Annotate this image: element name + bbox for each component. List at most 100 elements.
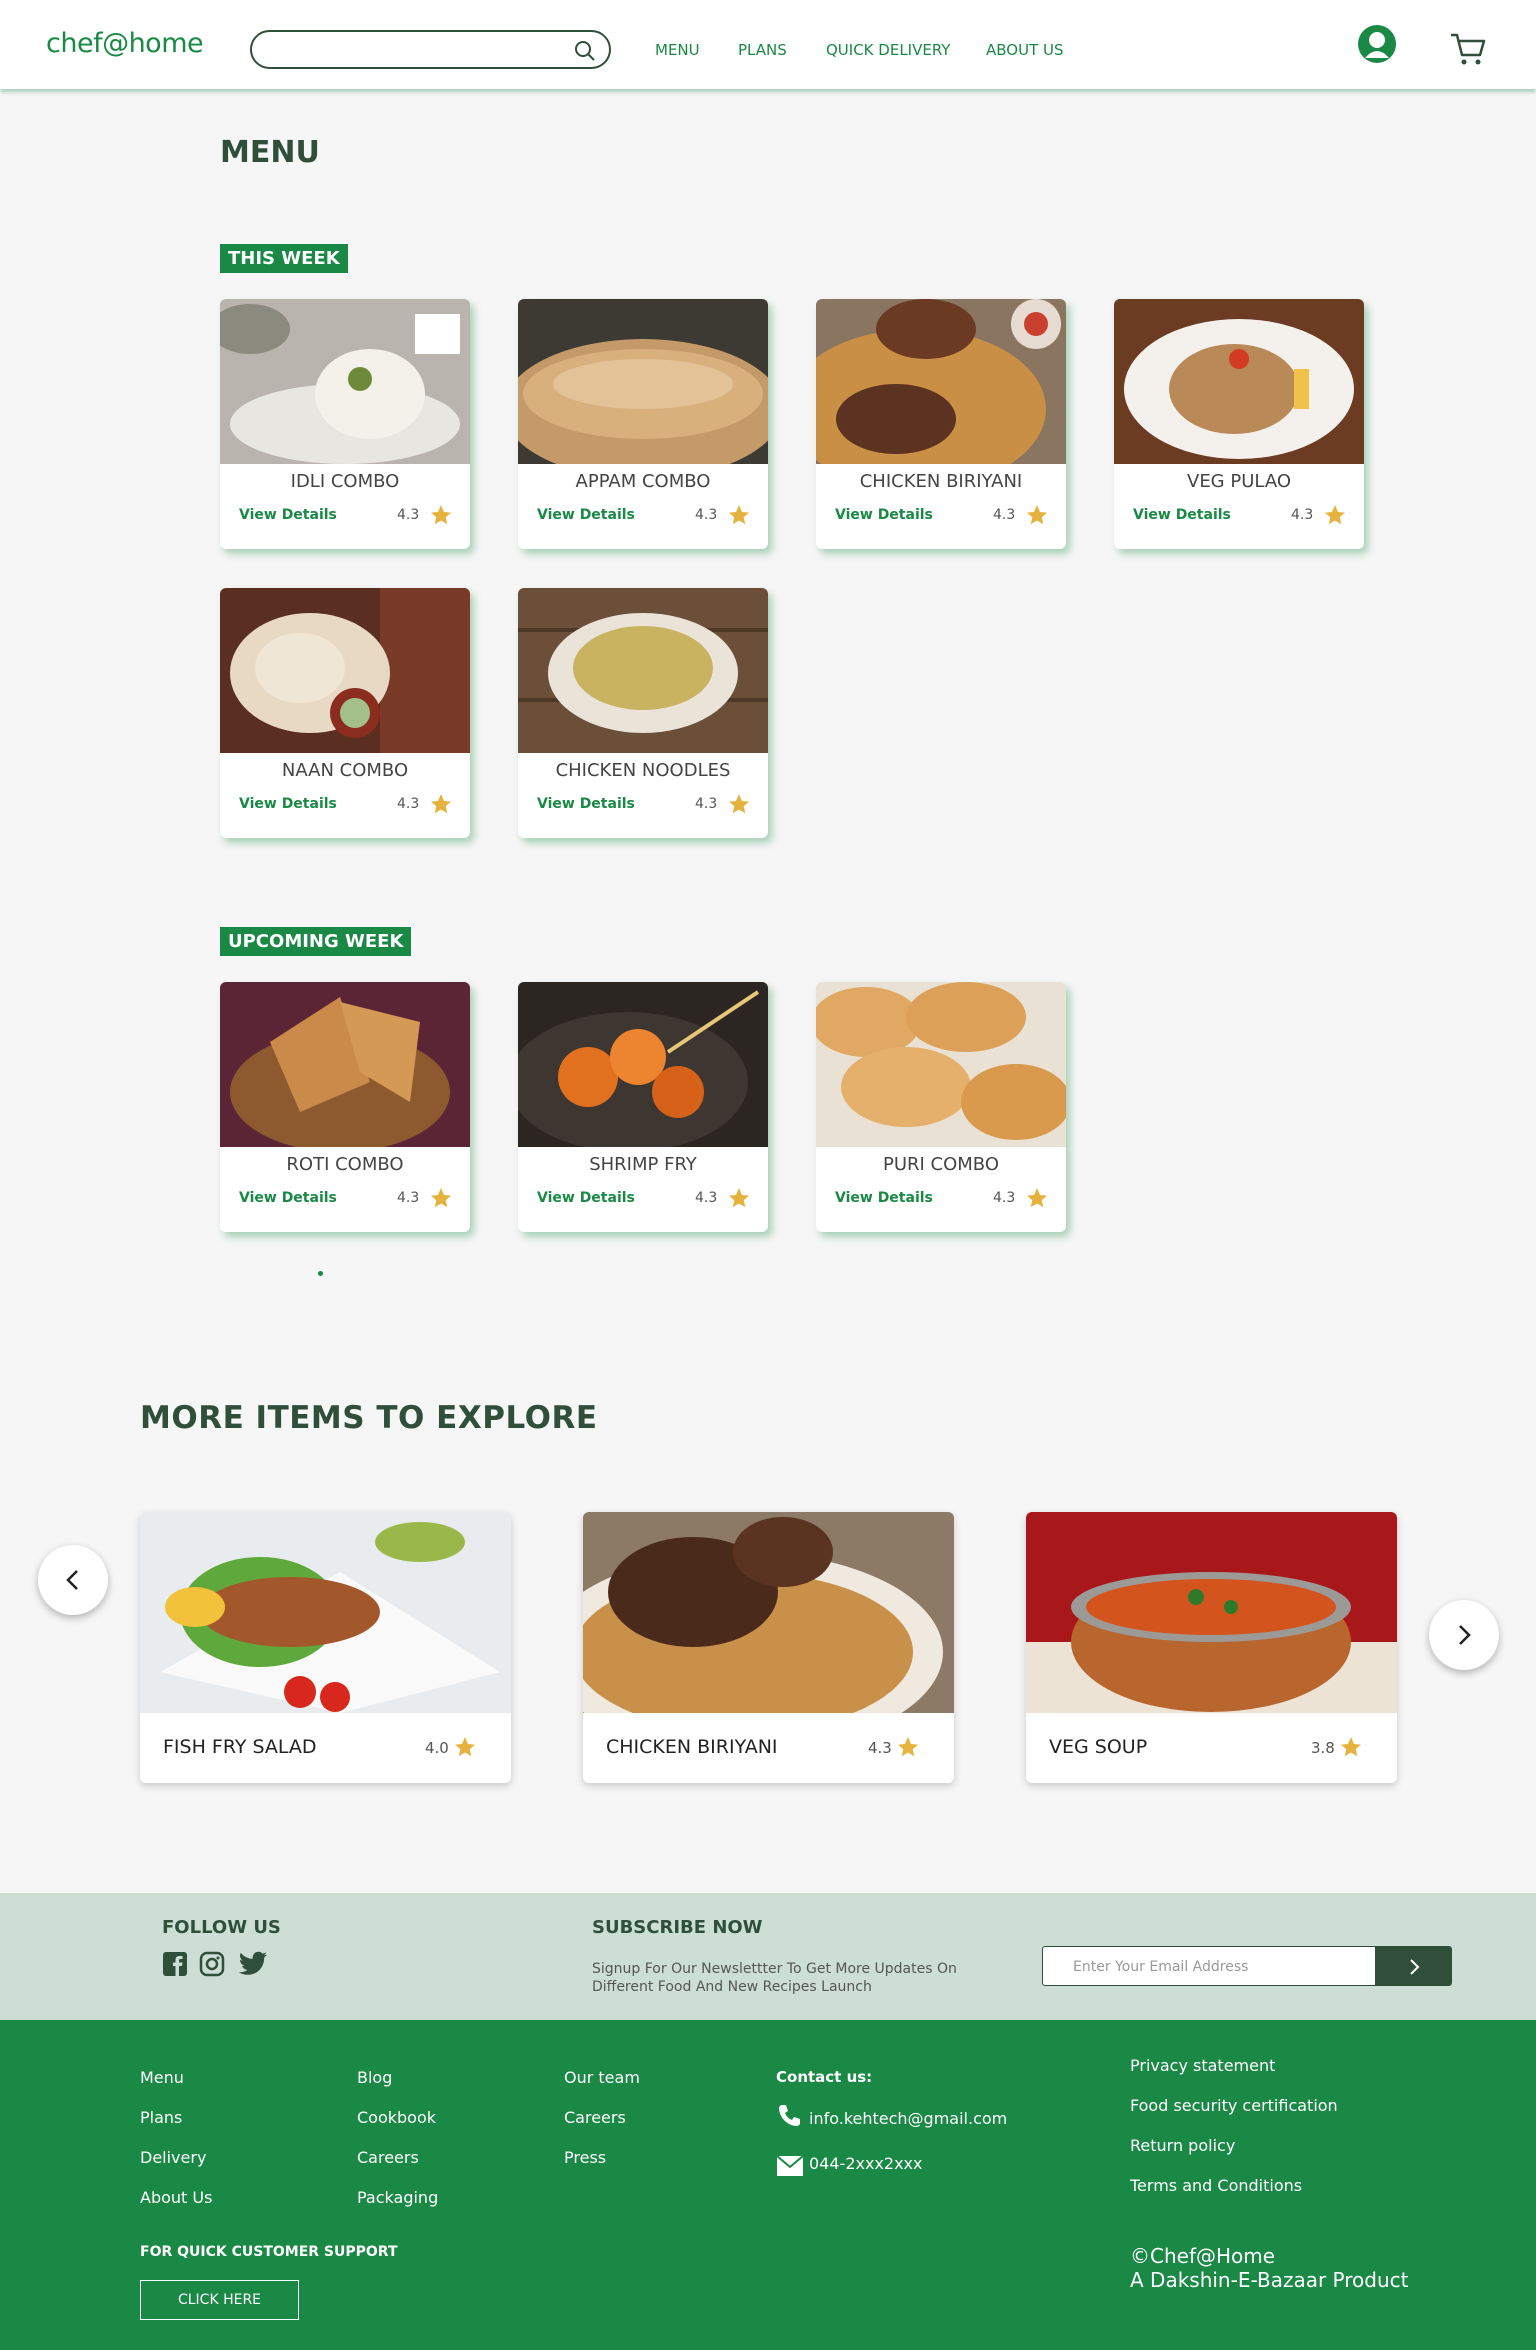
nav-menu[interactable]: MENU (655, 41, 700, 59)
nav-plans[interactable]: PLANS (738, 41, 787, 59)
logo[interactable]: chef@home (46, 28, 204, 59)
menu-card[interactable]: APPAM COMBO View Details 4.3 (518, 299, 768, 549)
carousel-prev-button[interactable] (38, 1545, 108, 1615)
explore-card[interactable]: VEG SOUP 3.8 (1026, 1512, 1397, 1783)
rating-value: 4.3 (1291, 507, 1314, 523)
menu-card[interactable]: CHICKEN BIRIYANI View Details 4.3 (816, 299, 1066, 549)
star-icon (431, 1188, 451, 1208)
card-name: CHICKEN NOODLES (555, 760, 731, 781)
view-details-link[interactable]: View Details (1133, 507, 1231, 523)
card-name: APPAM COMBO (575, 471, 711, 492)
view-details-link[interactable]: View Details (835, 1190, 933, 1206)
mail-icon (776, 2155, 804, 2176)
menu-card[interactable]: ROTI COMBO View Details 4.3 (220, 982, 470, 1232)
footer-link-food-security[interactable]: Food security certification (1130, 2096, 1338, 2115)
card-name: VEG SOUP (1049, 1736, 1148, 1758)
roti-combo-image (220, 982, 470, 1147)
view-details-link[interactable]: View Details (239, 507, 337, 523)
menu-card[interactable]: SHRIMP FRY View Details 4.3 (518, 982, 768, 1232)
nav-quick-delivery[interactable]: QUICK DELIVERY (826, 41, 950, 59)
card-name: NAAN COMBO (281, 760, 409, 781)
facebook-icon[interactable] (162, 1951, 188, 1977)
rating-value: 4.3 (993, 507, 1016, 523)
footer-link-packaging[interactable]: Packaging (357, 2188, 438, 2207)
rating-value: 4.3 (397, 796, 420, 812)
view-details-link[interactable]: View Details (835, 507, 933, 523)
footer-link-privacy[interactable]: Privacy statement (1130, 2056, 1275, 2075)
footer-link-cookbook[interactable]: Cookbook (357, 2108, 436, 2127)
shrimp-fry-image (518, 982, 768, 1147)
menu-card[interactable]: PURI COMBO View Details 4.3 (816, 982, 1066, 1232)
chevron-right-icon (1410, 1959, 1420, 1975)
explore-card[interactable]: CHICKEN BIRIYANI 4.3 (583, 1512, 954, 1783)
rating-value: 4.3 (397, 507, 420, 523)
footer-link-delivery[interactable]: Delivery (140, 2148, 206, 2167)
chevron-right-icon (1459, 1625, 1471, 1645)
pagination-dot[interactable] (318, 1271, 323, 1276)
search-input[interactable] (266, 39, 556, 61)
copyright-line2: A Dakshin-E-Bazaar Product (1130, 2268, 1409, 2292)
footer-link-blog[interactable]: Blog (357, 2068, 392, 2087)
menu-card[interactable]: IDLI COMBO View Details 4.3 (220, 299, 470, 549)
email-input[interactable] (1073, 1957, 1363, 1977)
explore-card[interactable]: FISH FRY SALAD 4.0 (140, 1512, 511, 1783)
profile-icon[interactable] (1357, 24, 1397, 64)
view-details-link[interactable]: View Details (239, 796, 337, 812)
explore-title: MORE ITEMS TO EXPLORE (140, 1400, 598, 1436)
star-icon (431, 794, 451, 814)
copyright-line1: ©Chef@Home (1130, 2244, 1276, 2268)
rating-value: 4.3 (397, 1190, 420, 1206)
chicken-noodles-image (518, 588, 768, 753)
star-icon (1027, 1188, 1047, 1208)
footer-link-press[interactable]: Press (564, 2148, 606, 2167)
footer-link-careers-2[interactable]: Careers (564, 2108, 626, 2127)
chicken-biriyani-image (583, 1512, 954, 1713)
footer-link-careers[interactable]: Careers (357, 2148, 419, 2167)
footer-link-return-policy[interactable]: Return policy (1130, 2136, 1235, 2155)
twitter-icon[interactable] (238, 1951, 268, 1977)
contact-phone[interactable]: 044-2xxx2xxx (809, 2154, 922, 2173)
carousel-next-button[interactable] (1429, 1600, 1499, 1670)
menu-card[interactable]: NAAN COMBO View Details 4.3 (220, 588, 470, 838)
footer-link-menu[interactable]: Menu (140, 2068, 184, 2087)
card-name: ROTI COMBO (286, 1154, 404, 1175)
view-details-link[interactable]: View Details (239, 1190, 337, 1206)
subscribe-heading: SUBSCRIBE NOW (592, 1917, 763, 1938)
view-details-link[interactable]: View Details (537, 1190, 635, 1206)
search-bar[interactable] (250, 30, 611, 69)
email-submit-button[interactable] (1375, 1947, 1451, 1985)
star-icon (729, 794, 749, 814)
idli-combo-image (220, 299, 470, 464)
view-details-link[interactable]: View Details (537, 796, 635, 812)
card-name: FISH FRY SALAD (163, 1736, 317, 1758)
veg-soup-image (1026, 1512, 1397, 1713)
follow-us-heading: FOLLOW US (162, 1917, 281, 1938)
support-heading: FOR QUICK CUSTOMER SUPPORT (140, 2244, 398, 2260)
menu-card[interactable]: VEG PULAO View Details 4.3 (1114, 299, 1364, 549)
cart-icon[interactable] (1449, 30, 1487, 68)
appam-combo-image (518, 299, 768, 464)
footer-link-terms[interactable]: Terms and Conditions (1130, 2176, 1302, 2195)
rating-value: 4.3 (993, 1190, 1016, 1206)
rating-value: 4.3 (695, 1190, 718, 1206)
footer: Menu Plans Delivery About Us Blog Cookbo… (0, 2020, 1536, 2350)
rating-value: 4.3 (695, 507, 718, 523)
click-here-button[interactable]: CLICK HERE (140, 2280, 299, 2320)
footer-link-plans[interactable]: Plans (140, 2108, 182, 2127)
phone-icon (779, 2105, 800, 2126)
footer-link-our-team[interactable]: Our team (564, 2068, 640, 2087)
contact-email[interactable]: info.kehtech@gmail.com (809, 2109, 1007, 2128)
star-icon (1325, 505, 1345, 525)
search-icon[interactable] (573, 39, 597, 63)
instagram-icon[interactable] (199, 1951, 225, 1977)
nav-about-us[interactable]: ABOUT US (986, 41, 1064, 59)
card-name: CHICKEN BIRIYANI (606, 1736, 778, 1758)
copyright: ©Chef@Home A Dakshin-E-Bazaar Product (1130, 2244, 1408, 2292)
view-details-link[interactable]: View Details (537, 507, 635, 523)
email-form (1042, 1946, 1452, 1986)
star-icon (1341, 1737, 1361, 1757)
card-name: IDLI COMBO (290, 471, 400, 492)
menu-card[interactable]: CHICKEN NOODLES View Details 4.3 (518, 588, 768, 838)
contact-heading: Contact us: (776, 2068, 873, 2086)
footer-link-about-us[interactable]: About Us (140, 2188, 212, 2207)
